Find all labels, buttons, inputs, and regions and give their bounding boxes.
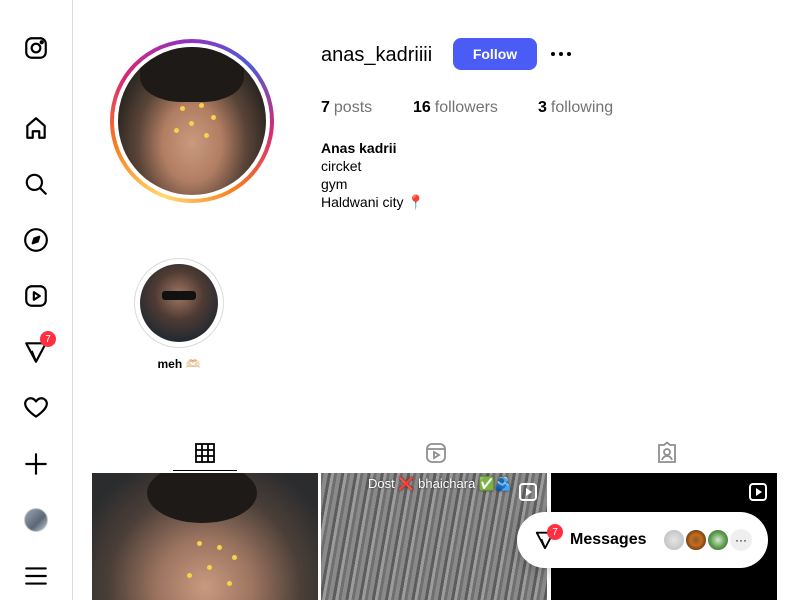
notification-badge: 7 — [40, 331, 56, 347]
bio-line: circket — [321, 158, 362, 174]
reel-icon — [749, 483, 767, 501]
menu-hamburger-icon[interactable] — [23, 563, 49, 589]
highlight-cover — [140, 264, 218, 342]
messages-bubble[interactable]: 7 Messages ··· — [517, 512, 768, 568]
profile-username: anas_kadriiii — [321, 44, 433, 66]
more-options-icon[interactable] — [548, 42, 574, 66]
followers-link[interactable]: 16 followers — [413, 99, 498, 117]
home-icon[interactable] — [23, 115, 49, 141]
reels-icon[interactable] — [23, 283, 49, 309]
bio-name: Anas kadrii — [321, 140, 397, 156]
avatar — [706, 528, 730, 552]
reels-tab-icon — [426, 443, 446, 463]
profile-picture-story-ring[interactable] — [110, 39, 274, 203]
highlight-label: meh 🫶🏻 — [157, 357, 201, 371]
profile-avatar-icon[interactable] — [23, 507, 49, 533]
messages-nav-icon[interactable]: 7 — [23, 331, 56, 365]
grid-icon — [195, 442, 215, 463]
explore-compass-icon[interactable] — [23, 227, 49, 253]
messages-badge: 7 — [547, 524, 563, 540]
sidebar: 7 — [0, 0, 73, 600]
avatar — [662, 528, 686, 552]
post-thumbnail[interactable] — [92, 473, 318, 600]
story-highlight[interactable] — [134, 258, 224, 348]
posts-count: 7 posts — [321, 99, 373, 116]
create-plus-icon[interactable] — [23, 451, 49, 477]
bio-location: Haldwani city 📍 — [321, 194, 425, 210]
avatar — [684, 528, 708, 552]
instagram-logo-icon[interactable] — [23, 35, 49, 61]
following-link[interactable]: 3 following — [538, 99, 613, 117]
search-icon[interactable] — [23, 171, 49, 197]
reel-caption: Dost ❌ bhaichara ✅🫂 — [368, 476, 512, 491]
profile-picture — [118, 47, 266, 195]
follow-button[interactable]: Follow — [453, 38, 537, 70]
reel-icon — [519, 483, 537, 501]
tab-posts-grid[interactable] — [173, 435, 237, 471]
reel-thumbnail[interactable]: Dost ❌ bhaichara ✅🫂 — [321, 473, 547, 600]
tab-tagged[interactable] — [635, 435, 699, 471]
more-conversations: ··· — [730, 529, 752, 551]
messages-label: Messages — [570, 531, 647, 548]
avatar — [24, 508, 48, 532]
bio-line: gym — [321, 176, 348, 192]
heart-icon[interactable] — [23, 395, 49, 421]
tagged-icon — [658, 441, 676, 463]
tab-reels[interactable] — [404, 435, 468, 471]
